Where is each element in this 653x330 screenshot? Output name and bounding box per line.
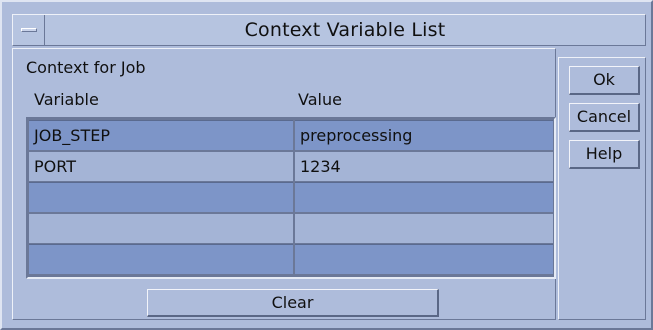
value-cell[interactable]: 1234 xyxy=(295,151,553,181)
help-button[interactable]: Help xyxy=(569,140,640,169)
window-menu-icon xyxy=(20,28,37,32)
table-row[interactable]: JOB_STEP preprocessing xyxy=(28,119,554,150)
table-row[interactable] xyxy=(28,181,554,212)
cancel-button[interactable]: Cancel xyxy=(569,103,640,132)
column-header-variable: Variable xyxy=(34,90,99,109)
window-title: Context Variable List xyxy=(244,19,446,41)
variable-cell[interactable] xyxy=(29,244,293,274)
variable-cell[interactable] xyxy=(29,182,293,212)
variable-cell[interactable] xyxy=(29,213,293,243)
column-header-value: Value xyxy=(298,90,342,109)
action-button-panel: Ok Cancel Help xyxy=(558,57,646,320)
clear-button[interactable]: Clear xyxy=(147,289,439,317)
window-menu-button[interactable] xyxy=(13,15,45,45)
table-row[interactable] xyxy=(28,212,554,243)
title-bar[interactable]: Context Variable List xyxy=(12,14,646,46)
value-cell[interactable] xyxy=(295,182,553,212)
value-cell[interactable] xyxy=(295,213,553,243)
context-variable-list-window: Context Variable List Context for Job Va… xyxy=(0,0,653,330)
section-label: Context for Job xyxy=(26,58,146,77)
variable-cell[interactable]: PORT xyxy=(29,151,293,181)
value-cell[interactable] xyxy=(295,244,553,274)
ok-button[interactable]: Ok xyxy=(569,66,640,95)
variable-cell[interactable]: JOB_STEP xyxy=(29,120,293,150)
value-cell[interactable]: preprocessing xyxy=(295,120,553,150)
table-row[interactable] xyxy=(28,243,554,274)
table-row[interactable]: PORT 1234 xyxy=(28,150,554,181)
variable-table: JOB_STEP preprocessing PORT 1234 xyxy=(26,117,556,279)
context-panel: Context for Job Variable Value JOB_STEP … xyxy=(12,48,556,320)
